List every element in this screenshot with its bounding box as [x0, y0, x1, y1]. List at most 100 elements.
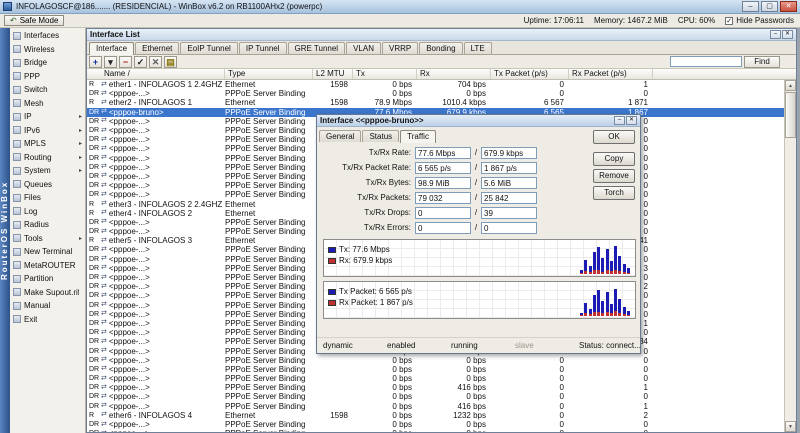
add-dropdown-icon[interactable]: ▾: [104, 56, 117, 68]
sidebar-item-partition[interactable]: Partition: [10, 272, 85, 286]
interface-row[interactable]: DR ⇄<pppoe-...> PPPoE Server Binding 0 b…: [87, 374, 784, 383]
tx-value-field[interactable]: 98.9 MiB: [415, 177, 471, 189]
tx-value-field[interactable]: 0: [415, 222, 471, 234]
interface-row[interactable]: DR ⇄<pppoe-...> PPPoE Server Binding 0 b…: [87, 383, 784, 392]
tab[interactable]: GRE Tunnel: [288, 42, 346, 54]
table-header: Name / Type L2 MTU Tx Rx Tx Packet (p/s)…: [87, 69, 796, 80]
remove-icon[interactable]: −: [119, 56, 132, 68]
interface-row[interactable]: DR ⇄<pppoe-...> PPPoE Server Binding 0 b…: [87, 420, 784, 429]
column-header[interactable]: L2 MTU: [313, 69, 353, 79]
tx-value-field[interactable]: 0: [415, 207, 471, 219]
vertical-scrollbar[interactable]: ▲ ▼: [784, 80, 796, 432]
interface-row[interactable]: DR ⇄<pppoe-...> PPPoE Server Binding 0 b…: [87, 89, 784, 98]
tab[interactable]: EoIP Tunnel: [180, 42, 237, 54]
interface-row[interactable]: DR ⇄<pppoe-...> PPPoE Server Binding 0 b…: [87, 429, 784, 432]
sidebar-item-mpls[interactable]: MPLS ▸: [10, 137, 85, 151]
tab[interactable]: Bonding: [419, 42, 462, 54]
close-icon[interactable]: ✕: [780, 1, 797, 12]
interface-row[interactable]: R ⇄ether1 - INFOLAGOS 1 2.4GHZ Ethernet …: [87, 80, 784, 89]
sidebar-item-routing[interactable]: Routing ▸: [10, 151, 85, 165]
add-icon[interactable]: +: [89, 56, 102, 68]
system-stats: Uptime: 17:06:11 Memory: 1467.2 MiB CPU:…: [524, 16, 716, 25]
dialog-tab[interactable]: Traffic: [400, 130, 436, 143]
rx-value-field[interactable]: 25 842: [481, 192, 537, 204]
interface-row[interactable]: R ⇄ether2 - INFOLAGOS 1 Ethernet 1598 78…: [87, 98, 784, 107]
sidebar-item-ppp[interactable]: PPP: [10, 70, 85, 84]
interface-row[interactable]: DR ⇄<pppoe-...> PPPoE Server Binding 0 b…: [87, 392, 784, 401]
find-button[interactable]: Find: [744, 56, 780, 68]
hide-passwords-checkbox[interactable]: ✓ Hide Passwords: [725, 16, 794, 25]
sidebar-item-system[interactable]: System ▸: [10, 164, 85, 178]
row-tx: 0 bps: [353, 429, 417, 432]
dialog-tab[interactable]: General: [319, 130, 361, 142]
tab[interactable]: LTE: [464, 42, 492, 54]
column-header[interactable]: Name /: [101, 69, 225, 79]
safe-mode-button[interactable]: ↶ Safe Mode: [4, 15, 64, 26]
tx-value-field[interactable]: 77.6 Mbps: [415, 147, 471, 159]
dialog-tab[interactable]: Status: [362, 130, 399, 142]
window-minimize-icon[interactable]: –: [770, 30, 781, 39]
sidebar-item-wireless[interactable]: Wireless: [10, 43, 85, 57]
tab[interactable]: Interface: [89, 42, 134, 55]
enable-icon[interactable]: ✓: [134, 56, 147, 68]
scrollbar-thumb[interactable]: [785, 92, 796, 138]
sidebar-item-tools[interactable]: Tools ▸: [10, 232, 85, 246]
interface-row[interactable]: DR ⇄<pppoe-...> PPPoE Server Binding 0 b…: [87, 365, 784, 374]
scroll-down-icon[interactable]: ▼: [785, 421, 796, 432]
rx-value-field[interactable]: 0: [481, 222, 537, 234]
tx-value-field[interactable]: 79 032: [415, 192, 471, 204]
radius-icon: [13, 221, 21, 229]
rx-value-field[interactable]: 5.6 MiB: [481, 177, 537, 189]
column-header[interactable]: Type: [225, 69, 313, 79]
tab[interactable]: VRRP: [382, 42, 418, 54]
row-name: ⇄<pppoe-...>: [101, 356, 225, 365]
tab[interactable]: VLAN: [346, 42, 381, 54]
rx-value-field[interactable]: 1 867 p/s: [481, 162, 537, 174]
row-rx-packet: 0: [569, 429, 653, 432]
interface-row[interactable]: DR ⇄<pppoe-...> PPPoE Server Binding 0 b…: [87, 356, 784, 365]
column-header[interactable]: Rx Packet (p/s): [569, 69, 653, 79]
sidebar-item-exit[interactable]: Exit: [10, 313, 85, 327]
legend-color-chip: [328, 247, 336, 253]
sidebar-item-make-supout[interactable]: Make Supout.rif: [10, 286, 85, 300]
sidebar-item-log[interactable]: Log: [10, 205, 85, 219]
tx-value-field[interactable]: 6 565 p/s: [415, 162, 471, 174]
copy-button[interactable]: Copy: [593, 152, 635, 166]
interface-icon: ⇄: [101, 228, 107, 236]
sidebar-item-queues[interactable]: Queues: [10, 178, 85, 192]
minimize-icon[interactable]: –: [742, 1, 759, 12]
row-flags: R: [87, 98, 101, 107]
sidebar-item-files[interactable]: Files: [10, 191, 85, 205]
remove-button[interactable]: Remove: [593, 169, 635, 183]
scroll-up-icon[interactable]: ▲: [785, 80, 796, 91]
sidebar-item-mesh[interactable]: Mesh: [10, 97, 85, 111]
sidebar-item-interfaces[interactable]: Interfaces: [10, 29, 85, 43]
interface-row[interactable]: DR ⇄<pppoe-...> PPPoE Server Binding 0 b…: [87, 402, 784, 411]
sidebar-menu: Interfaces Wireless Bridge PPP: [10, 28, 86, 433]
sidebar-item-manual[interactable]: Manual: [10, 299, 85, 313]
find-input[interactable]: [670, 56, 742, 67]
maximize-icon[interactable]: ▢: [761, 1, 778, 12]
rx-value-field[interactable]: 39: [481, 207, 537, 219]
field-label: Tx/Rx Drops:: [323, 208, 415, 217]
window-close-icon[interactable]: ✕: [782, 30, 793, 39]
torch-button[interactable]: Torch: [593, 186, 635, 200]
sidebar-item-ipv6[interactable]: IPv6 ▸: [10, 124, 85, 138]
column-header[interactable]: Tx: [353, 69, 417, 79]
column-header[interactable]: Rx: [417, 69, 491, 79]
ok-button[interactable]: OK: [593, 130, 635, 144]
tab[interactable]: Ethernet: [135, 42, 179, 54]
sidebar-item-new-terminal[interactable]: New Terminal: [10, 245, 85, 259]
sidebar-item-ip[interactable]: IP ▸: [10, 110, 85, 124]
disable-icon[interactable]: ✕: [149, 56, 162, 68]
sidebar-item-switch[interactable]: Switch: [10, 83, 85, 97]
sidebar-item-metarouter[interactable]: MetaROUTER: [10, 259, 85, 273]
sidebar-item-radius[interactable]: Radius: [10, 218, 85, 232]
tab[interactable]: IP Tunnel: [239, 42, 287, 54]
field-separator: /: [471, 193, 481, 202]
column-header[interactable]: Tx Packet (p/s): [491, 69, 569, 79]
comment-icon[interactable]: ▤: [164, 56, 177, 68]
rx-value-field[interactable]: 679.9 kbps: [481, 147, 537, 159]
interface-row[interactable]: R ⇄ether6 - INFOLAGOS 4 Ethernet 1598 0 …: [87, 411, 784, 420]
sidebar-item-bridge[interactable]: Bridge: [10, 56, 85, 70]
